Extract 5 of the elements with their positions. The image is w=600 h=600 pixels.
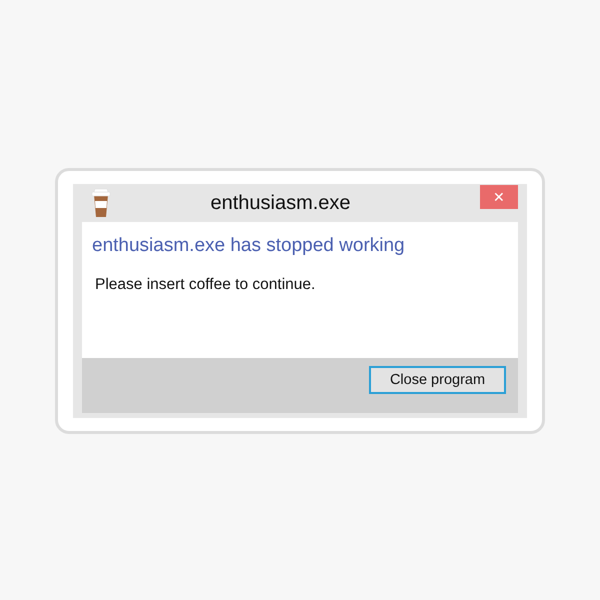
error-message: Please insert coffee to continue. xyxy=(95,276,316,294)
coffee-cup-icon xyxy=(91,188,111,218)
close-program-button[interactable]: Close program xyxy=(369,366,506,394)
window-title: enthusiasm.exe xyxy=(209,192,352,214)
error-heading: enthusiasm.exe has stopped working xyxy=(92,235,406,257)
